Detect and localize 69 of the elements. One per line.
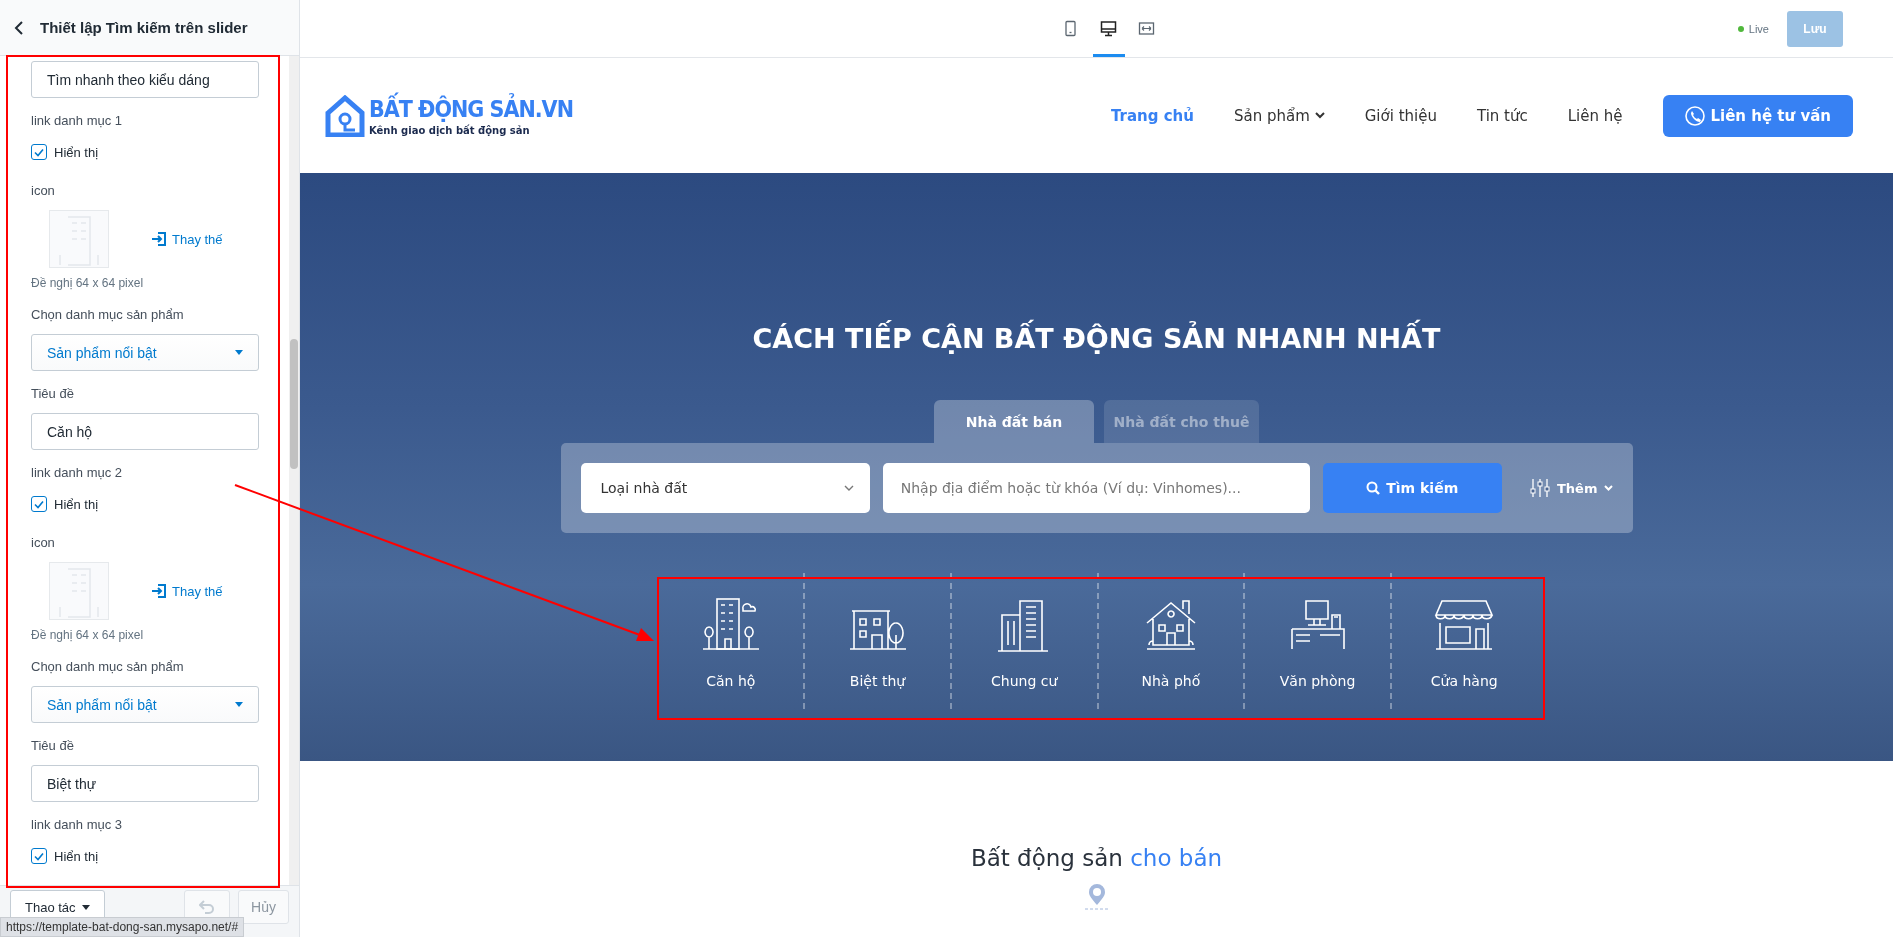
status-dot xyxy=(1737,25,1744,32)
category-select[interactable]: Sản phẩm nổi bật xyxy=(31,686,259,723)
caret-icon xyxy=(235,350,243,355)
field-label: icon xyxy=(31,535,55,550)
category-link[interactable]: Biệt thự xyxy=(803,573,950,709)
field-label: icon xyxy=(31,183,55,198)
import-icon xyxy=(151,583,167,599)
replace-link[interactable]: Thay thế xyxy=(151,231,223,247)
text-field[interactable]: Tìm nhanh theo kiểu dáng xyxy=(31,61,259,98)
field-label: link danh mục 1 xyxy=(31,113,123,128)
url-tooltip: https://template-bat-dong-san.mysapo.net/# xyxy=(0,917,245,937)
category-link[interactable]: Cửa hàng xyxy=(1389,573,1537,709)
field-label: Tiêu đề xyxy=(31,738,74,753)
caret-icon xyxy=(235,702,243,707)
checkmark-icon xyxy=(34,147,44,157)
caret-icon xyxy=(81,904,90,910)
field-label: Chọn danh mục sản phẩm xyxy=(31,659,184,674)
size-hint: Đề nghị 64 x 64 pixel xyxy=(31,276,144,290)
checkmark-icon xyxy=(34,499,44,509)
keyword-field[interactable]: Nhập địa điểm hoặc từ khóa (Ví dụ: Vinhomes)... xyxy=(882,463,1310,513)
section-heading: Bất động sản cho bán xyxy=(970,845,1223,871)
search-tab[interactable]: Nhà đất bán xyxy=(934,400,1094,443)
replace-link[interactable]: Thay thế xyxy=(151,583,223,599)
field-label: Chọn danh mục sản phẩm xyxy=(31,307,184,322)
category-link[interactable]: Căn hộ xyxy=(656,573,804,709)
live-status: Live xyxy=(1748,22,1769,35)
checkmark-icon xyxy=(34,851,44,861)
search-icon xyxy=(1366,481,1381,495)
field-label: link danh mục 3 xyxy=(31,817,123,832)
building-preview-icon xyxy=(49,562,109,620)
undo-icon xyxy=(199,900,216,914)
field-label: Tiêu đề xyxy=(31,386,74,401)
building-preview-icon xyxy=(49,210,109,268)
scrollbar[interactable] xyxy=(289,56,299,885)
checkbox-label: Hiển thị xyxy=(54,848,99,864)
chevron-icon xyxy=(843,485,854,491)
sliders-icon xyxy=(1529,477,1551,499)
category-link[interactable]: Chung cư xyxy=(949,573,1097,709)
category-link[interactable]: Nhà phố xyxy=(1096,573,1244,709)
checkbox[interactable] xyxy=(31,496,47,512)
nav-link[interactable]: Trang chủ xyxy=(1110,106,1194,125)
house-logo-icon xyxy=(325,94,365,137)
text-field[interactable]: Biệt thự xyxy=(31,765,259,802)
field-label: link danh mục 2 xyxy=(31,465,123,480)
checkbox[interactable] xyxy=(31,848,47,864)
phone-icon xyxy=(1684,105,1705,126)
checkbox-label: Hiển thị xyxy=(54,144,99,160)
category-select[interactable]: Sản phẩm nổi bật xyxy=(31,334,259,371)
checkbox-label: Hiển thị xyxy=(54,496,99,512)
back-icon[interactable] xyxy=(14,20,24,35)
category-link[interactable]: Văn phòng xyxy=(1243,573,1390,709)
more-filters-button[interactable]: Thêm xyxy=(1529,477,1613,499)
nav-link[interactable]: Giới thiệu xyxy=(1364,106,1437,125)
property-type-select[interactable]: Loại nhà đất xyxy=(580,463,870,513)
checkbox[interactable] xyxy=(31,144,47,160)
text-field[interactable]: Căn hộ xyxy=(31,413,259,450)
nav-link[interactable]: Liên hệ xyxy=(1567,106,1623,125)
search-button[interactable]: Tìm kiếm xyxy=(1322,463,1502,513)
chevron-icon xyxy=(1314,112,1325,119)
chevron-icon xyxy=(1603,485,1613,491)
contact-button[interactable]: Liên hệ tư vấn xyxy=(1662,94,1853,137)
import-icon xyxy=(151,231,167,247)
desktop-icon xyxy=(1100,19,1118,37)
expand-icon xyxy=(1138,19,1156,37)
nav-link[interactable]: Tin tức xyxy=(1476,106,1528,125)
nav-link[interactable]: Sản phẩm xyxy=(1233,106,1325,125)
size-hint: Đề nghị 64 x 64 pixel xyxy=(31,628,144,642)
logo-tagline: Kênh giao dịch bất động sản xyxy=(369,124,531,136)
panel-title: Thiết lập Tìm kiếm trên slider xyxy=(40,19,248,36)
